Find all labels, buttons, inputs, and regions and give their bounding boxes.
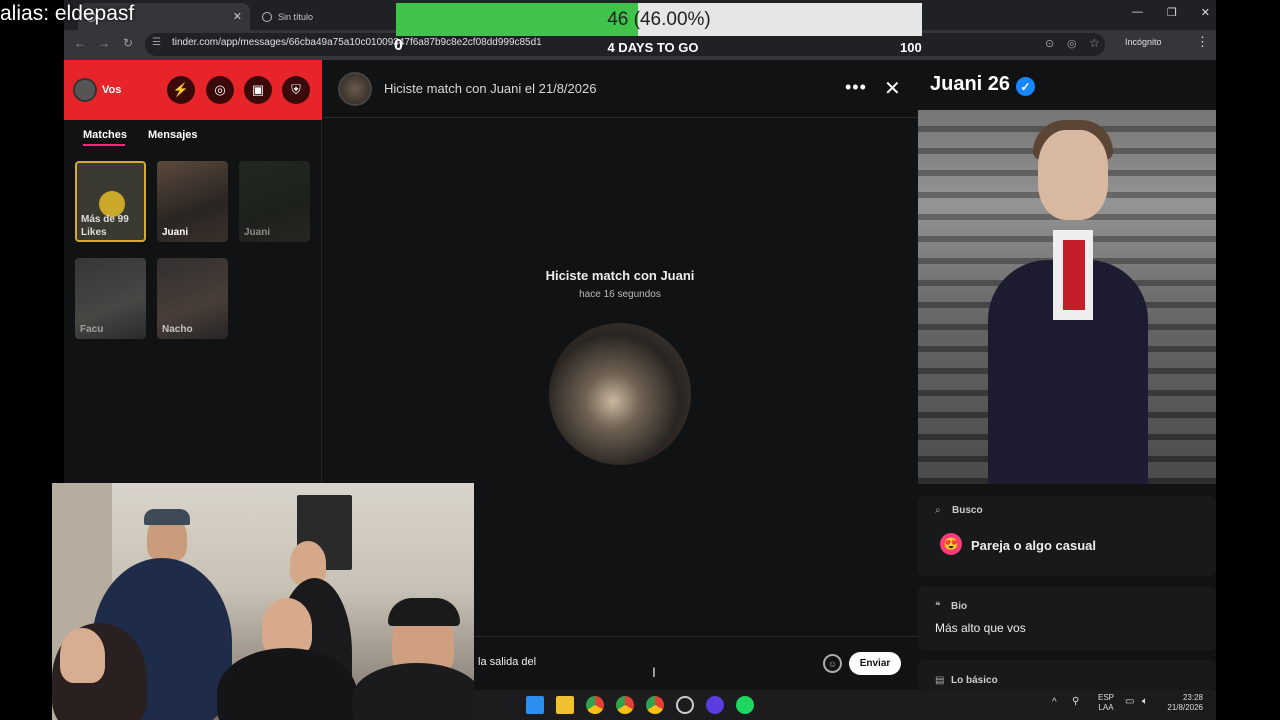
goal-progress-bar: 46 (46.00%): [396, 3, 922, 36]
reload-icon[interactable]: ↻: [123, 36, 133, 50]
match-name: Juani: [162, 227, 189, 238]
message-input[interactable]: la salida del: [478, 656, 536, 668]
text-cursor-icon: I: [652, 664, 656, 680]
tab-favicon-icon: [262, 11, 272, 22]
clock[interactable]: 23:28 21/8/2026: [1163, 693, 1203, 713]
spotify-icon[interactable]: [736, 696, 754, 714]
likes-text: Más de 99 Likes: [81, 214, 129, 238]
chrome-active-icon[interactable]: [646, 696, 664, 714]
busco-label: Busco: [952, 505, 983, 516]
match-title: Hiciste match con Juani: [545, 268, 695, 283]
back-icon[interactable]: ←: [74, 36, 86, 50]
eye-off-icon[interactable]: ◎: [1067, 37, 1077, 50]
more-options-icon[interactable]: •••: [845, 77, 867, 98]
busco-value: Pareja o algo casual: [971, 538, 1097, 553]
tray-chevron-icon[interactable]: ^: [1052, 697, 1057, 708]
briefcase-icon[interactable]: ▣: [244, 76, 272, 104]
file-explorer-icon[interactable]: [556, 696, 574, 714]
explore-icon[interactable]: ◎: [206, 76, 234, 104]
location-icon[interactable]: ⊙: [1045, 37, 1054, 50]
match-card[interactable]: Nacho: [157, 258, 228, 339]
bookmark-star-icon[interactable]: ☆: [1089, 36, 1100, 50]
window-controls: — ❐ ✕: [1132, 6, 1210, 19]
bio-section: [918, 586, 1216, 650]
goal-progress-text: 46 (46.00%): [607, 9, 711, 30]
language-indicator[interactable]: ESP LAA: [1098, 693, 1114, 713]
profile-name-age: Juani 26: [930, 73, 1011, 95]
settings-icon[interactable]: [676, 696, 694, 714]
match-card[interactable]: Juani: [239, 161, 310, 242]
match-name: Nacho: [162, 324, 193, 335]
search-icon: ⌕: [935, 505, 941, 516]
tab-close-icon[interactable]: ✕: [233, 10, 242, 23]
active-tab-indicator: [83, 144, 125, 146]
maximize-icon[interactable]: ❐: [1167, 6, 1177, 19]
user-avatar[interactable]: [73, 78, 97, 102]
lang-layout: LAA: [1098, 703, 1114, 712]
goal-max: 100: [900, 40, 922, 55]
browser-menu-icon[interactable]: ⋮: [1196, 34, 1209, 50]
close-chat-icon[interactable]: ✕: [884, 76, 901, 101]
id-card-icon: ▤: [935, 675, 945, 686]
shield-icon[interactable]: ⛨: [282, 76, 310, 104]
match-avatar[interactable]: [338, 72, 372, 106]
windows-start-icon[interactable]: [526, 696, 544, 714]
lang-code: ESP: [1098, 693, 1115, 702]
site-info-icon[interactable]: ☰: [152, 37, 161, 48]
match-card[interactable]: Facu: [75, 258, 146, 339]
url-text[interactable]: tinder.com/app/messages/66cba49a75a10c01…: [172, 37, 542, 48]
tab-mensajes[interactable]: Mensajes: [148, 129, 198, 141]
likes-card[interactable]: Más de 99 Likes: [75, 161, 146, 242]
close-window-icon[interactable]: ✕: [1201, 6, 1210, 19]
match-card[interactable]: Juani: [157, 161, 228, 242]
minimize-icon[interactable]: —: [1132, 6, 1143, 19]
webcam-overlay: [52, 483, 474, 720]
goal-days-left: 4 DAYS TO GO: [607, 40, 699, 55]
tab-title: Sin título: [278, 11, 314, 22]
bio-value: Más alto que vos: [935, 621, 1026, 635]
clock-date: 21/8/2026: [1167, 703, 1203, 712]
app-icon[interactable]: [706, 696, 724, 714]
chat-header-title: Hiciste match con Juani el 21/8/2026: [384, 81, 597, 96]
profile-photo[interactable]: [918, 110, 1216, 484]
clock-time: 23:28: [1182, 693, 1203, 702]
verified-badge-icon: ✓: [1016, 77, 1035, 96]
send-button[interactable]: Enviar: [849, 652, 901, 675]
basics-label: Lo básico: [951, 675, 998, 686]
heart-eyes-icon: 😍: [940, 533, 962, 555]
incognito-label[interactable]: Incógnito: [1125, 37, 1162, 47]
user-label[interactable]: Vos: [102, 84, 121, 96]
bio-label: Bio: [951, 601, 968, 612]
match-name: Juani: [244, 227, 271, 238]
tab-matches[interactable]: Matches: [83, 129, 127, 141]
chrome-icon[interactable]: [586, 696, 604, 714]
match-time: hace 16 segundos: [579, 289, 661, 300]
display-icon[interactable]: ▭: [1125, 696, 1134, 707]
quote-icon: ❝: [935, 601, 941, 612]
forward-icon[interactable]: →: [98, 36, 110, 50]
boost-icon[interactable]: ⚡: [167, 76, 195, 104]
emoji-icon[interactable]: ☺: [823, 654, 842, 673]
volume-icon[interactable]: 🔈︎: [1142, 696, 1148, 707]
chrome-icon[interactable]: [616, 696, 634, 714]
stream-alias: alias: eldepasf: [0, 2, 135, 25]
network-icon[interactable]: ⚲: [1072, 696, 1079, 707]
match-name: Facu: [80, 324, 104, 335]
match-photo[interactable]: [549, 323, 691, 465]
goal-min: 0: [394, 37, 403, 54]
tab-inactive[interactable]: Sin título: [254, 3, 394, 30]
